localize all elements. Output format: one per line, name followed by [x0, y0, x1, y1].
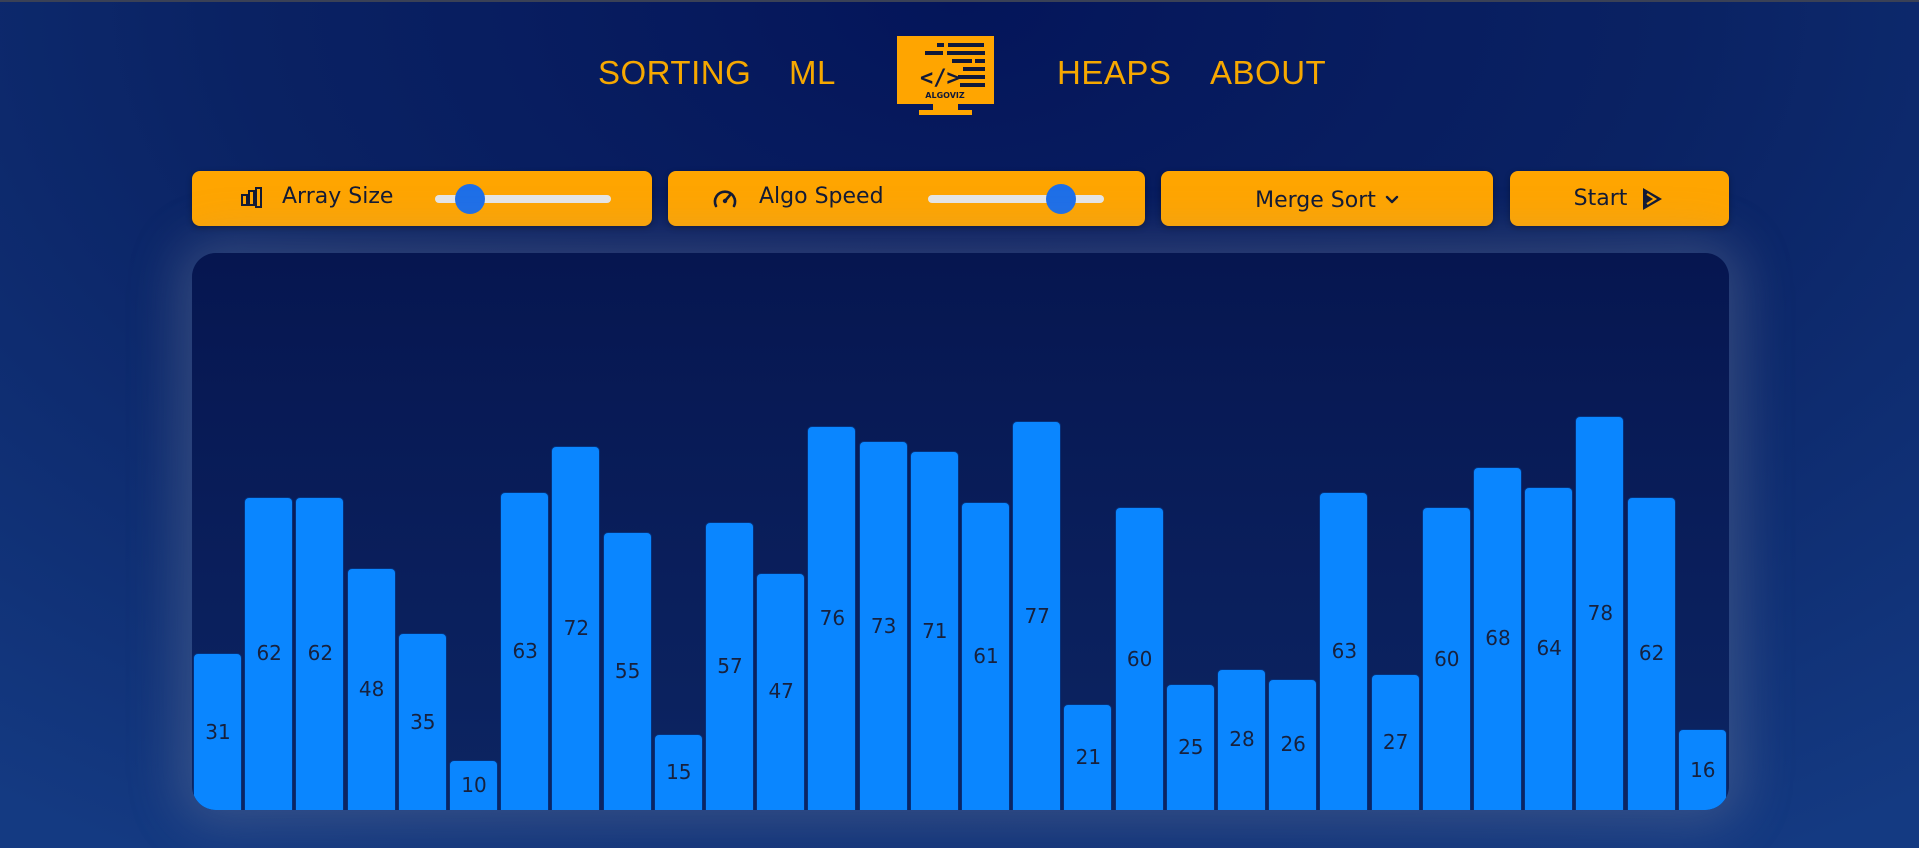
array-bar-value: 60	[1434, 646, 1460, 671]
speedometer-icon	[713, 190, 737, 208]
array-bar-value: 63	[1331, 638, 1358, 663]
array-bar-value: 60	[1126, 646, 1153, 671]
array-bar-value: 25	[1178, 734, 1204, 759]
nav-about[interactable]: ABOUT	[1210, 54, 1326, 92]
array-size-control: Array Size	[192, 171, 652, 226]
top-nav: SORTING ML </> ALGOVIZ HEAPS ABOUT	[0, 2, 1919, 152]
array-bar-value: 62	[256, 641, 282, 666]
array-bar-value: 63	[512, 638, 538, 663]
algorithm-selected: Merge Sort	[1255, 187, 1376, 213]
array-bar-value: 76	[819, 606, 846, 631]
array-size-label: Array Size	[282, 184, 394, 209]
array-bar-value: 62	[1638, 641, 1665, 666]
array-bar-value: 15	[666, 760, 692, 785]
array-bar-value: 61	[973, 643, 999, 668]
array-bar-value: 57	[717, 654, 743, 679]
array-bar-value: 21	[1075, 744, 1102, 769]
bars-icon	[241, 187, 262, 208]
algo-speed-control: Algo Speed	[668, 171, 1145, 226]
play-icon	[1643, 187, 1663, 210]
array-bar-value: 10	[461, 772, 487, 797]
array-bar-value: 68	[1485, 626, 1511, 651]
array-bar-value: 35	[410, 709, 436, 734]
array-bar-value: 27	[1382, 729, 1409, 754]
algorithm-select[interactable]: Merge Sort	[1161, 171, 1493, 226]
array-bar-value: 72	[563, 616, 590, 641]
array-bar-value: 77	[1024, 603, 1050, 628]
array-bar-value: 78	[1587, 601, 1614, 626]
nav-sorting[interactable]: SORTING	[598, 54, 751, 92]
chevron-down-icon	[1385, 195, 1399, 203]
algoviz-logo[interactable]: </> ALGOVIZ	[897, 36, 994, 116]
array-size-slider-thumb[interactable]	[455, 184, 485, 214]
array-bar-value: 28	[1229, 727, 1255, 752]
sorting-visualizer: 31 62 62 48 35 10 63 72 55 15 57 47 76 73 71 61 77 21 60 25…	[192, 253, 1729, 810]
array-bar-value: 64	[1536, 636, 1562, 661]
array-bar-value: 55	[614, 659, 641, 684]
array-bar-value: 16	[1690, 757, 1716, 782]
logo-text: ALGOVIZ	[925, 91, 965, 100]
array-bar-value: 71	[922, 618, 948, 643]
algo-speed-slider[interactable]	[928, 184, 1104, 214]
array-bar-value: 62	[307, 641, 334, 666]
array-size-slider[interactable]	[435, 184, 611, 214]
svg-text:</>: </>	[920, 66, 960, 91]
array-bar-value: 48	[358, 676, 385, 701]
nav-heaps[interactable]: HEAPS	[1057, 54, 1171, 92]
algo-speed-label: Algo Speed	[759, 184, 884, 209]
array-bar-value: 26	[1280, 732, 1306, 757]
algo-speed-slider-thumb[interactable]	[1046, 184, 1076, 214]
start-button[interactable]: Start	[1510, 171, 1729, 226]
start-label: Start	[1573, 186, 1628, 211]
array-bar-value: 73	[870, 613, 897, 638]
array-bar-value: 47	[768, 679, 794, 704]
nav-ml[interactable]: ML	[789, 54, 836, 92]
array-bar-value: 31	[205, 719, 231, 744]
